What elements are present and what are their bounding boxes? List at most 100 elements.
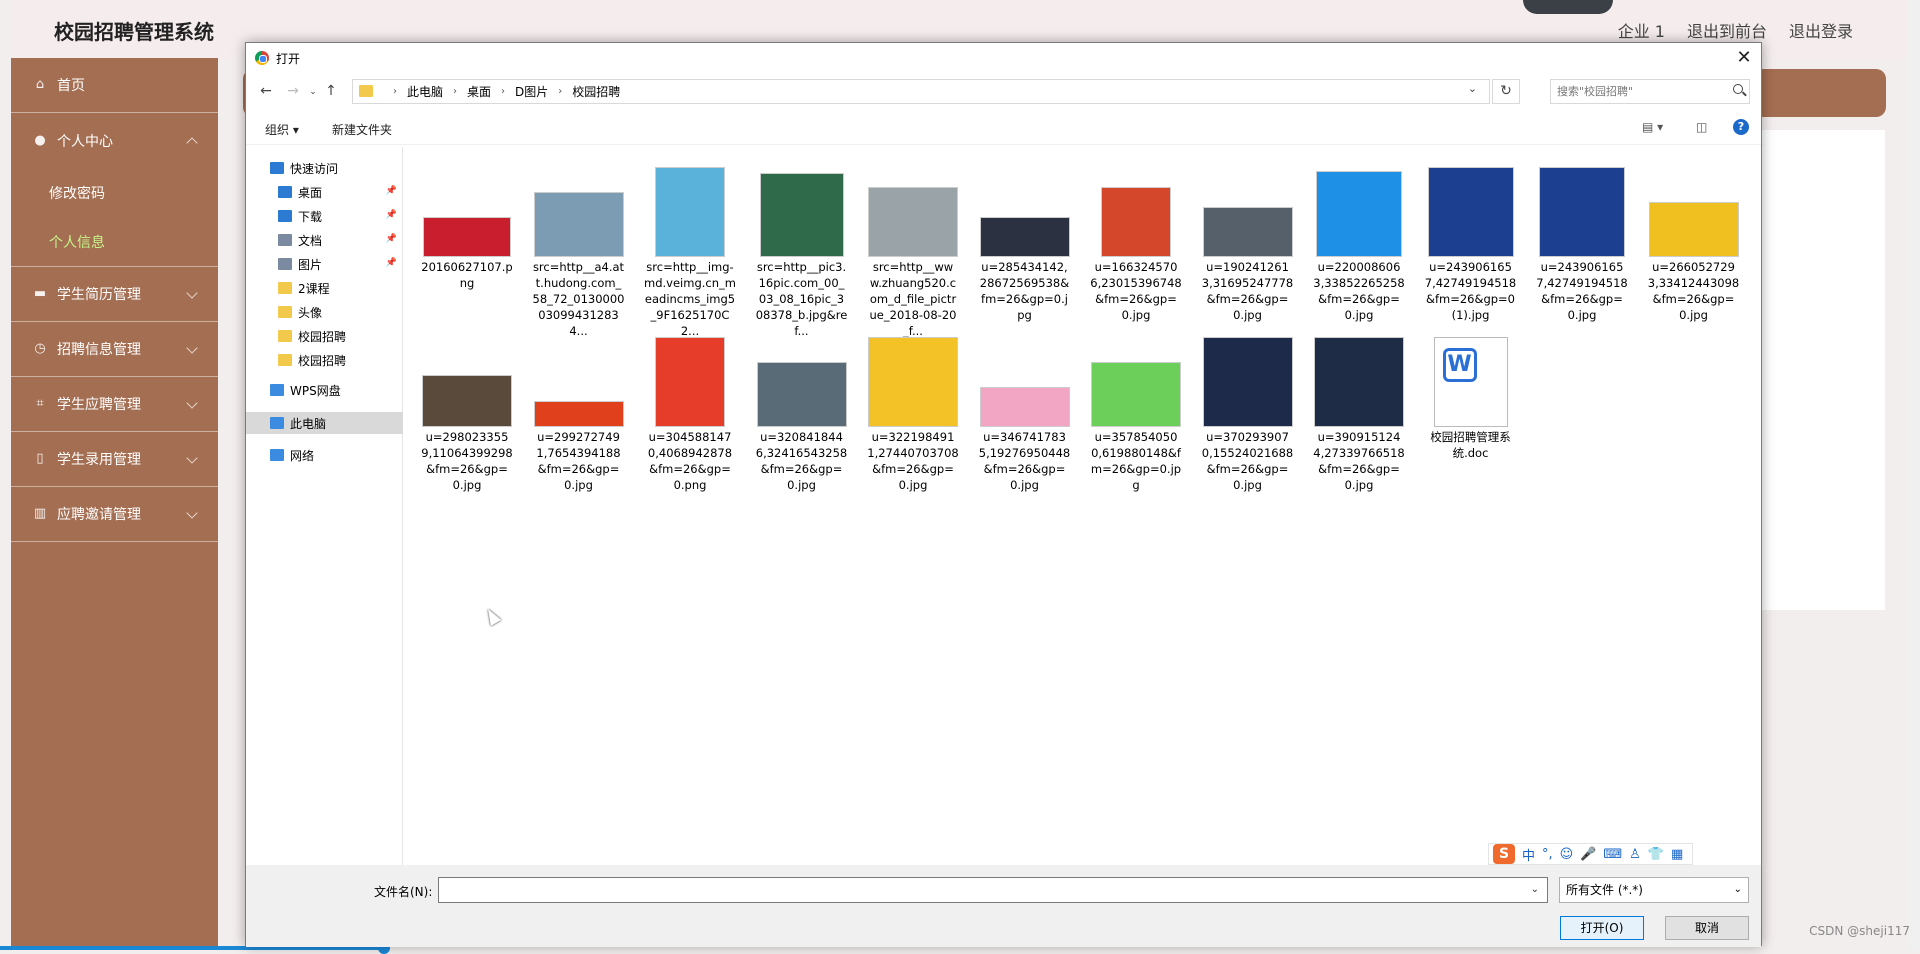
file-item[interactable]: u=2660527293,33412443098&fm=26&gp=0.jpg <box>1646 167 1742 337</box>
filename-input[interactable]: ⌄ <box>438 877 1548 903</box>
avatar[interactable] <box>1523 0 1613 14</box>
pin-icon[interactable]: 📌 <box>386 258 397 268</box>
file-list: 20160627107.png src=http__a4.att.hudong.c… <box>404 147 1759 865</box>
navigation-pane: 快速访问 桌面 📌 下载 📌 文档 📌 图片 📌 2课程 头像 校园招聘 校园招聘 WPS网盘 此电脑 网络 <box>246 147 403 865</box>
file-item[interactable]: u=3045881470,4068942878&fm=26&gp=0.png <box>642 337 738 507</box>
sidebar-item-resume[interactable]: ▬ 学生简历管理 <box>11 267 218 322</box>
back-arrow-icon[interactable]: ← <box>257 83 275 99</box>
emoji-icon[interactable]: ☺ <box>1560 847 1574 862</box>
file-item[interactable]: u=2439061657,42749194518&fm=26&gp=0(1).j… <box>1423 167 1519 337</box>
close-icon[interactable]: ✕ <box>1733 47 1755 69</box>
nav-item[interactable]: 网络 <box>246 444 403 466</box>
up-arrow-icon[interactable]: ↑ <box>322 83 340 99</box>
image-thumbnail <box>1202 207 1293 257</box>
forward-arrow-icon[interactable]: → <box>284 83 302 99</box>
new-folder-button[interactable]: 新建文件夹 <box>332 121 392 138</box>
refresh-button[interactable]: ↻ <box>1492 79 1520 104</box>
sidebar-item-label: 招聘信息管理 <box>57 342 141 358</box>
nav-item[interactable]: 2课程 <box>246 277 403 299</box>
keyboard-icon[interactable]: ⌨ <box>1603 847 1622 862</box>
sogou-icon[interactable]: S <box>1493 844 1515 864</box>
recent-dropdown-icon[interactable]: ⌄ <box>304 87 322 97</box>
pin-icon[interactable]: 📌 <box>386 186 397 196</box>
file-item[interactable]: u=3467417835,19276950448&fm=26&gp=0.jpg <box>977 337 1073 507</box>
pin-icon[interactable]: 📌 <box>386 234 397 244</box>
file-item[interactable]: u=3578540500,619880148&fm=26&gp=0.jpg <box>1088 337 1184 507</box>
pin-icon[interactable]: 📌 <box>386 210 397 220</box>
sidebar-item-recruit-info[interactable]: ◷ 招聘信息管理 <box>11 322 218 377</box>
file-item[interactable]: src=http__pic3.16pic.com_00_03_08_16pic_… <box>754 167 850 338</box>
breadcrumb-item[interactable]: 此电脑 <box>407 83 443 100</box>
help-icon[interactable]: ? <box>1733 119 1749 135</box>
file-item[interactable]: u=1902412613,31695247778&fm=26&gp=0.jpg <box>1200 167 1296 337</box>
sidebar-item-invite[interactable]: ▥ 应聘邀请管理 <box>11 487 218 542</box>
nav-item-label: 校园招聘 <box>298 353 347 368</box>
ime-punct-icon[interactable]: °, <box>1542 847 1553 862</box>
page-scrollbar[interactable] <box>1907 0 1920 950</box>
file-item[interactable]: src=http__a4.att.hudong.com_58_72_013000… <box>531 167 627 338</box>
nav-item[interactable]: 校园招聘 <box>246 325 403 347</box>
nav-item[interactable]: 桌面 📌 <box>246 181 403 203</box>
nav-item[interactable]: 快速访问 <box>246 157 403 179</box>
file-item[interactable]: u=3221984911,27440703708&fm=26&gp=0.jpg <box>865 337 961 507</box>
computer-icon <box>270 417 284 429</box>
file-item[interactable]: u=2439061657,42749194518&fm=26&gp=0.jpg <box>1534 167 1630 337</box>
desktop-icon <box>278 186 292 198</box>
preview-pane-icon[interactable]: ◫ <box>1696 120 1707 134</box>
user-icon[interactable]: ♙ <box>1629 847 1641 862</box>
nav-item[interactable]: 图片 📌 <box>246 253 403 275</box>
sidebar-item-label: 学生录用管理 <box>57 452 141 468</box>
file-item[interactable]: src=http__img-md.veimg.cn_meadincms_img5… <box>642 167 738 338</box>
view-options-icon[interactable]: ▤ ▾ <box>1642 120 1663 134</box>
sidebar-sub-personal-info[interactable]: 个人信息 <box>11 217 218 266</box>
breadcrumb-item[interactable]: 校园招聘 <box>572 83 620 100</box>
file-item[interactable]: 20160627107.png <box>419 167 515 337</box>
topnav-frontend[interactable]: 退出到前台 <box>1687 18 1767 42</box>
search-input[interactable]: 搜索"校园招聘" <box>1550 79 1750 104</box>
file-item[interactable]: u=3909151244,27339766518&fm=26&gp=0.jpg <box>1311 337 1407 507</box>
file-item[interactable]: u=2200086063,33852265258&fm=26&gp=0.jpg <box>1311 167 1407 337</box>
organize-button[interactable]: 组织 ▾ <box>265 121 299 138</box>
topnav-logout[interactable]: 退出登录 <box>1789 18 1853 42</box>
nav-item[interactable]: 此电脑 <box>246 412 403 434</box>
sidebar-item-hire[interactable]: ▯ 学生录用管理 <box>11 432 218 487</box>
file-item[interactable]: u=285434142,28672569538&fm=26&gp=0.jpg <box>977 167 1073 337</box>
breadcrumb-item[interactable]: D图片 <box>515 83 548 100</box>
nav-item[interactable]: 头像 <box>246 301 403 323</box>
file-item[interactable]: u=3208418446,32416543258&fm=26&gp=0.jpg <box>754 337 850 507</box>
file-name: u=1663245706,23015396748&fm=26&gp=0.jpg <box>1090 260 1182 322</box>
file-thumbnail <box>868 167 958 257</box>
file-item[interactable]: u=2980233559,11064399298&fm=26&gp=0.jpg <box>419 337 515 507</box>
sidebar-sub-change-password[interactable]: 修改密码 <box>11 168 218 217</box>
dialog-toolbar: 组织 ▾ 新建文件夹 ▤ ▾ ◫ ? <box>246 111 1761 145</box>
topnav-company[interactable]: 企业 1 <box>1618 18 1665 42</box>
file-item[interactable]: src=http__www.zhuang520.com_d_file_pictr… <box>865 167 961 338</box>
file-thumbnail <box>422 337 512 427</box>
skin-icon[interactable]: 👕 <box>1648 847 1664 862</box>
file-thumbnail <box>645 167 735 257</box>
open-button[interactable]: 打开(O) <box>1560 916 1644 940</box>
cancel-button[interactable]: 取消 <box>1665 916 1749 940</box>
sidebar-item-personal[interactable]: ● 个人中心 <box>11 113 218 168</box>
ime-mode[interactable]: 中 <box>1522 845 1535 864</box>
nav-item[interactable]: WPS网盘 <box>246 379 403 401</box>
grid-icon[interactable]: ▦ <box>1671 847 1683 862</box>
file-item[interactable]: u=2992727491,7654394188&fm=26&gp=0.jpg <box>531 337 627 507</box>
file-name: 20160627107.png <box>421 260 513 290</box>
microphone-icon[interactable]: 🎤 <box>1580 847 1596 862</box>
file-item[interactable]: u=3702939070,15524021688&fm=26&gp=0.jpg <box>1200 337 1296 507</box>
chevron-down-icon[interactable]: ⌄ <box>1531 884 1539 895</box>
sidebar-group-personal: ● 个人中心 修改密码 个人信息 <box>11 113 218 267</box>
sidebar-item-home[interactable]: ⌂ 首页 <box>11 58 218 113</box>
nav-item[interactable]: 下载 📌 <box>246 205 403 227</box>
sidebar-item-application[interactable]: ⌗ 学生应聘管理 <box>11 377 218 432</box>
address-bar[interactable]: › 此电脑 › 桌面 › D图片 › 校园招聘 ⌄ <box>352 79 1490 104</box>
nav-item[interactable]: 文档 📌 <box>246 229 403 251</box>
address-row: ← → ⌄ ↑ › 此电脑 › 桌面 › D图片 › 校园招聘 ⌄ ↻ 搜索"校… <box>246 75 1761 109</box>
filetype-select[interactable]: 所有文件 (*.*) ⌄ <box>1559 877 1749 903</box>
file-item[interactable]: u=1663245706,23015396748&fm=26&gp=0.jpg <box>1088 167 1184 337</box>
nav-item[interactable]: 校园招聘 <box>246 349 403 371</box>
chevron-down-icon[interactable]: ⌄ <box>1468 82 1477 95</box>
file-item[interactable]: W 校园招聘管理系统.doc <box>1423 337 1519 507</box>
breadcrumb-item[interactable]: 桌面 <box>467 83 491 100</box>
